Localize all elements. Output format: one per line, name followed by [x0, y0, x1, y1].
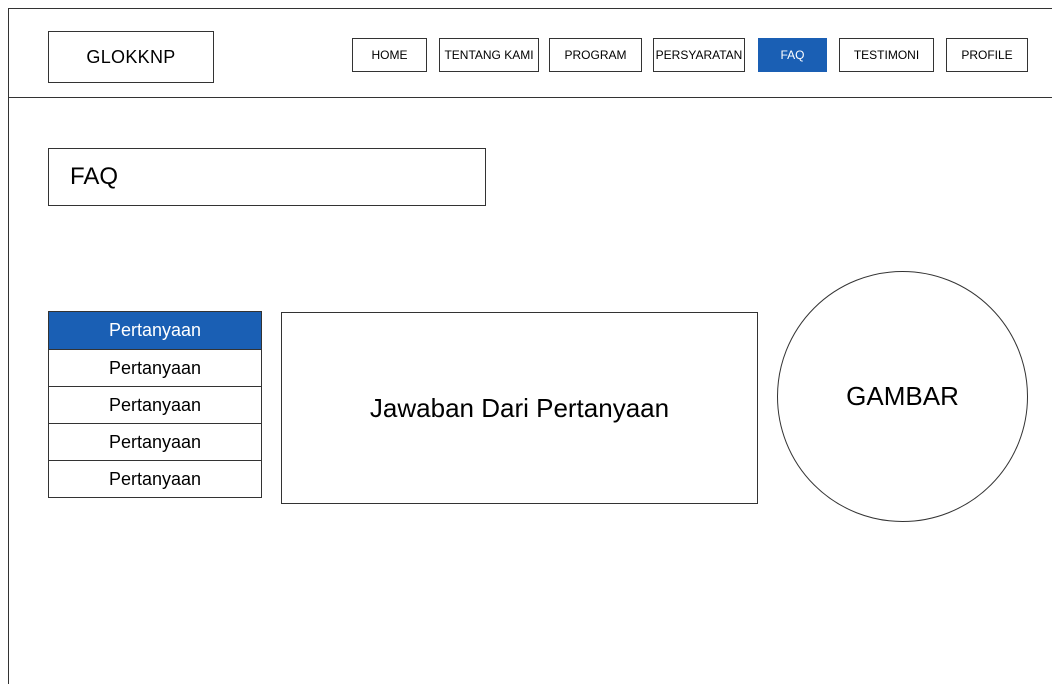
nav-home[interactable]: HOME — [352, 38, 427, 72]
nav-persyaratan-label: PERSYARATAN — [655, 48, 743, 62]
answer-panel: Jawaban Dari Pertanyaan — [281, 312, 758, 504]
nav-tentang-kami-label: TENTANG KAMI — [444, 48, 534, 62]
question-label: Pertanyaan — [108, 394, 202, 415]
nav-program-label: PROGRAM — [564, 48, 627, 62]
question-label: Pertanyaan — [108, 357, 202, 378]
nav-faq[interactable]: FAQ — [758, 38, 827, 72]
nav-profile-label: PROFILE — [961, 48, 1013, 62]
nav-testimoni[interactable]: TESTIMONI — [839, 38, 934, 72]
question-item[interactable]: Pertanyaan — [48, 349, 262, 387]
question-label: Pertanyaan — [108, 431, 202, 452]
question-item[interactable]: Pertanyaan — [48, 460, 262, 498]
page-title-text: FAQ — [70, 163, 119, 190]
nav-program[interactable]: PROGRAM — [549, 38, 642, 72]
header-divider — [8, 97, 1052, 98]
answer-text: Jawaban Dari Pertanyaan — [369, 392, 670, 423]
nav-tentang-kami[interactable]: TENTANG KAMI — [439, 38, 539, 72]
nav-home-label: HOME — [371, 48, 408, 62]
logo-text: GLOKKNP — [86, 46, 176, 67]
page-title: FAQ — [48, 148, 486, 206]
image-placeholder: GAMBAR — [777, 271, 1028, 522]
question-list: Pertanyaan Pertanyaan Pertanyaan Pertany… — [48, 311, 262, 498]
site-logo[interactable]: GLOKKNP — [48, 31, 214, 83]
question-label: Pertanyaan — [108, 320, 202, 340]
nav-profile[interactable]: PROFILE — [946, 38, 1028, 72]
nav-faq-label: FAQ — [780, 48, 805, 62]
nav-persyaratan[interactable]: PERSYARATAN — [653, 38, 745, 72]
question-item[interactable]: Pertanyaan — [48, 311, 262, 350]
image-placeholder-label: GAMBAR — [846, 381, 959, 411]
question-item[interactable]: Pertanyaan — [48, 423, 262, 461]
nav-testimoni-label: TESTIMONI — [853, 48, 920, 62]
question-item[interactable]: Pertanyaan — [48, 386, 262, 424]
question-label: Pertanyaan — [108, 468, 202, 489]
